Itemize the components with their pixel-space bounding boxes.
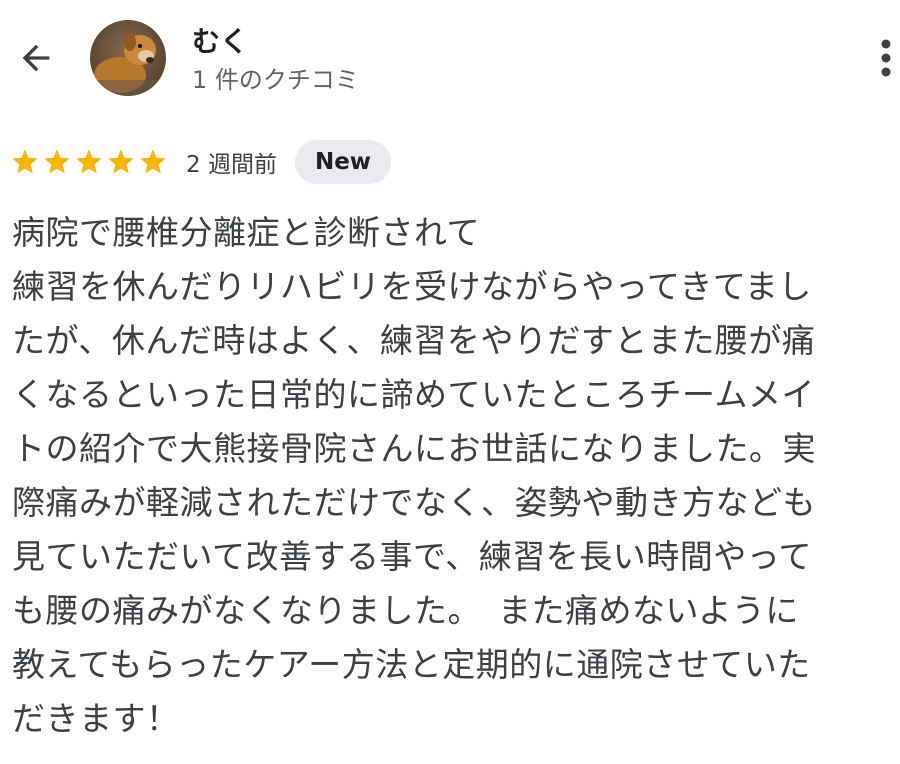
author-review-count: 1 件のクチコミ — [192, 66, 359, 94]
more-options-button[interactable] — [866, 34, 900, 82]
star-icon — [12, 149, 38, 174]
review-header: むく 1 件のクチコミ — [0, 0, 900, 120]
review-text-line: も腰の痛みがなくなりました。 また痛めないように — [12, 591, 799, 630]
review-text-line: くなるといった日常的に諦めていたところチームメイ — [12, 375, 816, 414]
review-text-line: だきます！ — [12, 699, 180, 738]
review-text-line: 病院で腰椎分離症と診断されて — [12, 213, 481, 252]
star-icon — [108, 149, 134, 174]
author-name[interactable]: むく — [192, 20, 248, 60]
review-text-line: トの紹介で大熊接骨院さんにお世話になりました。実 — [12, 429, 816, 468]
review-text: 病院で腰椎分離症と診断されて練習を休んだりリハビリを受けながらやってきてまし たが… — [12, 206, 892, 746]
dog-avatar-image — [90, 20, 166, 96]
star-icon — [140, 149, 166, 174]
star-icon — [44, 149, 70, 174]
new-badge: New — [294, 140, 392, 184]
review-text-line: 際痛みが軽減されただけでなく、姿勢や動き方なども — [12, 483, 816, 522]
review-time: 2 週間前 — [186, 152, 277, 178]
review-text-line: 練習を休んだりリハビリを受けながらやってきてまし — [12, 267, 812, 306]
star-rating — [10, 147, 168, 177]
review-text-line: 見ていただいて改善する事で、練習を長い時間やって — [12, 537, 813, 576]
arrow-back-icon — [22, 44, 50, 72]
rating-row: 2 週間前 New — [10, 140, 392, 184]
star-icon — [76, 149, 102, 174]
back-button[interactable] — [8, 30, 64, 86]
review-text-line: 教えてもらったケアー方法と定期的に通院させていた — [12, 645, 811, 684]
avatar[interactable] — [90, 20, 166, 96]
review-text-line: たが、休んだ時はよく、練習をやりだすとまた腰が痛 — [12, 321, 816, 360]
more-vert-icon — [881, 39, 891, 77]
